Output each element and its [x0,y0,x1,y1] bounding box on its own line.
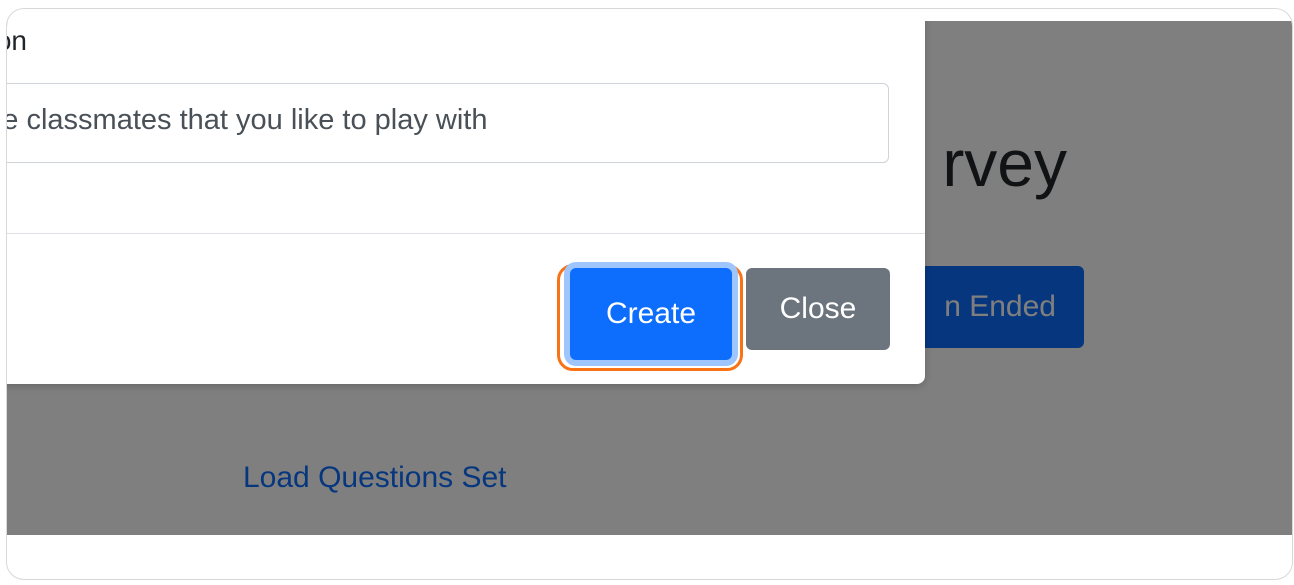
question-input[interactable]: t the classmates that you like to play w… [7,83,889,163]
question-input-value: t the classmates that you like to play w… [7,104,488,136]
survey-page: rvey n Ended Load Questions Set on t the… [7,21,1292,535]
create-question-modal: on t the classmates that you like to pla… [7,21,925,384]
create-button[interactable]: Create [570,268,732,360]
modal-footer-divider [7,233,925,234]
screenshot-frame: rvey n Ended Load Questions Set on t the… [6,8,1293,580]
question-field-label: on [7,25,27,56]
close-button[interactable]: Close [746,268,890,350]
